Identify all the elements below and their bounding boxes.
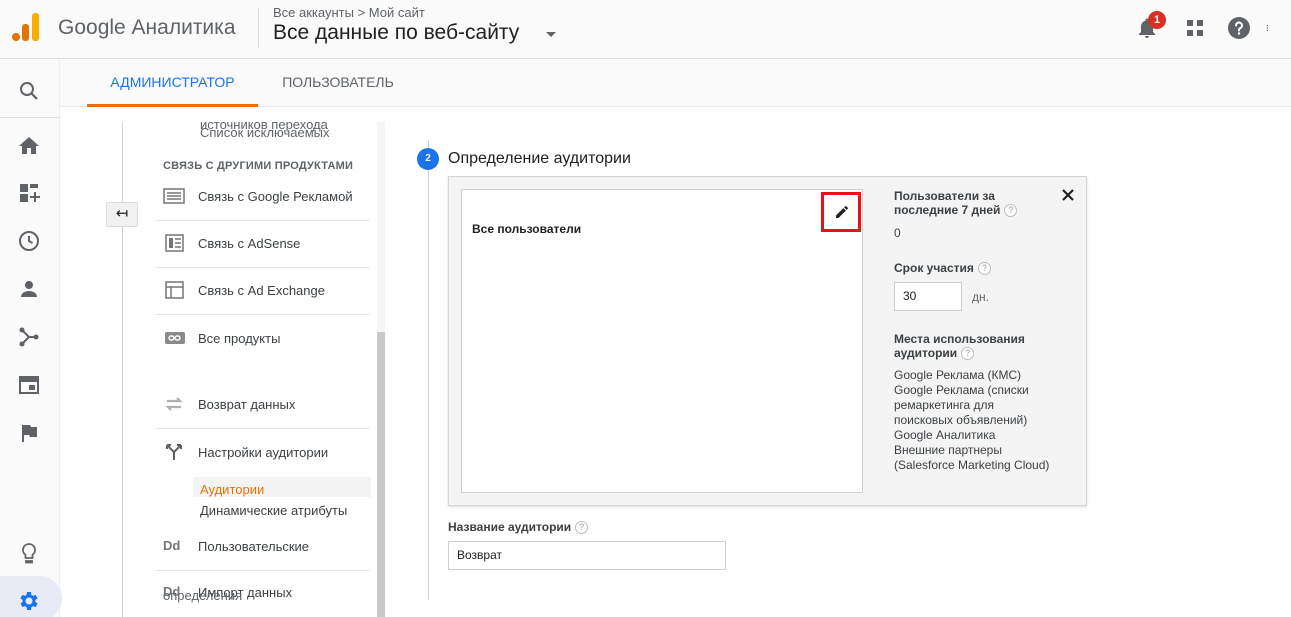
property-selector[interactable]: Все данные по веб-сайту <box>273 21 519 45</box>
audience-name-input[interactable]: Возврат <box>448 541 726 570</box>
admin-gear-icon[interactable] <box>17 589 41 613</box>
customization-dashboard-icon[interactable] <box>17 181 41 205</box>
segment-name: Все пользователи <box>472 222 582 236</box>
duration-label-text: Срок участия <box>894 261 974 275</box>
apps-grid-icon[interactable] <box>1183 16 1207 40</box>
dd-icon: Dd <box>163 538 181 553</box>
audience-fork-icon <box>166 444 182 460</box>
edit-segment-button[interactable] <box>821 192 861 232</box>
destinations-list: Google Реклама (КМС) Google Реклама (спи… <box>894 368 1049 473</box>
nav-divider <box>155 428 370 429</box>
rail-divider <box>0 117 60 118</box>
pencil-edit-icon <box>836 205 848 218</box>
users-count-label-text: Пользователи за последние 7 дней <box>894 189 1001 217</box>
help-question-icon[interactable]: ? <box>977 262 991 276</box>
lightbulb-icon[interactable] <box>17 541 41 565</box>
nav-item-data-return[interactable]: Возврат данных <box>163 395 371 415</box>
acquisition-icon[interactable] <box>17 325 41 349</box>
nav-item-label: Связь с Ad Exchange <box>198 283 325 298</box>
destinations-label-text: Места использования аудитории <box>894 332 1025 360</box>
duration-unit: дн. <box>972 290 989 304</box>
nav-item-custom-definitions[interactable]: Dd Пользовательские <box>163 537 371 557</box>
home-icon[interactable] <box>17 134 41 158</box>
step-number-badge: 2 <box>417 148 439 170</box>
nav-cut-item[interactable]: определения <box>163 588 242 603</box>
duration-label: Срок участия? <box>894 261 991 276</box>
nav-item-label: Связь с AdSense <box>198 236 301 251</box>
app-title: Google Аналитика <box>58 16 236 39</box>
search-icon[interactable] <box>17 79 41 103</box>
breadcrumb[interactable]: Все аккаунты > Мой сайт <box>273 5 425 20</box>
nav-item-label: Связь с Google Рекламой <box>198 189 353 204</box>
realtime-clock-icon[interactable] <box>17 229 41 253</box>
destination-line: (Salesforce Marketing Cloud) <box>894 458 1050 472</box>
analytics-logo[interactable] <box>12 13 40 41</box>
link-icon <box>165 332 185 344</box>
tab-user[interactable]: ПОЛЬЗОВАТЕЛЬ <box>258 59 418 107</box>
nav-item-label: Пользовательские <box>198 539 310 554</box>
users-count-label: Пользователи за последние 7 дней? <box>894 189 1034 218</box>
destination-line: ремаркетинга для <box>894 398 995 412</box>
destinations-label: Места использования аудитории? <box>894 332 1044 361</box>
nav-divider <box>155 570 370 571</box>
behavior-icon[interactable] <box>17 373 41 397</box>
ad-exchange-icon <box>165 281 184 299</box>
nav-item-adsense[interactable]: Связь с AdSense <box>163 234 371 254</box>
nav-item-label: Настройки аудитории <box>198 445 329 460</box>
audience-name-label-text: Название аудитории <box>448 520 572 534</box>
users-count-value: 0 <box>894 226 901 240</box>
nav-divider <box>155 267 370 268</box>
step-title: Определение аудитории <box>448 150 631 167</box>
help-question-icon[interactable]: ? <box>1004 204 1018 218</box>
destination-line: Google Реклама (списки <box>894 383 1029 397</box>
destination-line: Google Реклама (КМС) <box>894 368 1022 382</box>
left-rail <box>0 59 62 617</box>
data-return-icon <box>165 397 183 411</box>
nav-scrollbar-thumb[interactable] <box>377 332 385 617</box>
membership-duration-input[interactable]: 30 <box>894 282 962 311</box>
destination-line: поисковых объявлений) <box>894 413 1028 427</box>
nav-cut-item[interactable]: Список исключаемых <box>200 125 330 140</box>
help-icon[interactable] <box>1227 16 1251 40</box>
nav-item-all-products[interactable]: Все продукты <box>163 329 371 349</box>
nav-item-google-ads[interactable]: Связь с Google Рекламой <box>163 187 371 207</box>
admin-tabs: АДМИНИСТРАТОР ПОЛЬЗОВАТЕЛЬ <box>60 59 1291 107</box>
chevron-down-icon[interactable] <box>546 32 556 37</box>
help-question-icon[interactable]: ? <box>961 347 975 361</box>
help-question-icon[interactable]: ? <box>575 521 589 535</box>
nav-section-title: СВЯЗЬ С ДРУГИМИ ПРОДУКТАМИ <box>163 160 354 172</box>
audience-person-icon[interactable] <box>17 277 41 301</box>
adsense-icon <box>165 234 184 252</box>
nav-cut-mask <box>163 152 371 160</box>
nav-item-ad-exchange[interactable]: Связь с Ad Exchange <box>163 281 371 301</box>
close-icon[interactable] <box>1060 186 1076 204</box>
nav-item-label: Все продукты <box>198 331 281 346</box>
sub-item-dynamic-attributes[interactable]: Динамические атрибуты <box>200 503 347 518</box>
conversions-flag-icon[interactable] <box>17 421 41 445</box>
nav-item-label: Возврат данных <box>198 397 296 412</box>
more-vert-icon[interactable] <box>1266 16 1274 40</box>
nav-column-line <box>122 122 123 617</box>
destination-line: Внешние партнеры <box>894 443 1002 457</box>
sub-item-audiences[interactable]: Аудитории <box>200 482 264 497</box>
top-header: Google Аналитика Все аккаунты > Мой сайт… <box>0 0 1291 59</box>
destination-line: Google Аналитика <box>894 428 996 442</box>
step-line <box>428 140 429 600</box>
header-divider <box>258 8 259 48</box>
collapse-back-button[interactable]: ↤ <box>106 202 138 227</box>
audience-name-label: Название аудитории? <box>448 520 589 535</box>
google-ads-icon <box>163 188 185 204</box>
nav-item-audience-settings[interactable]: Настройки аудитории <box>163 443 371 463</box>
notification-badge: 1 <box>1148 11 1166 29</box>
nav-divider <box>155 314 370 315</box>
tab-administrator[interactable]: АДМИНИСТРАТОР <box>87 59 258 107</box>
nav-divider <box>155 220 370 221</box>
